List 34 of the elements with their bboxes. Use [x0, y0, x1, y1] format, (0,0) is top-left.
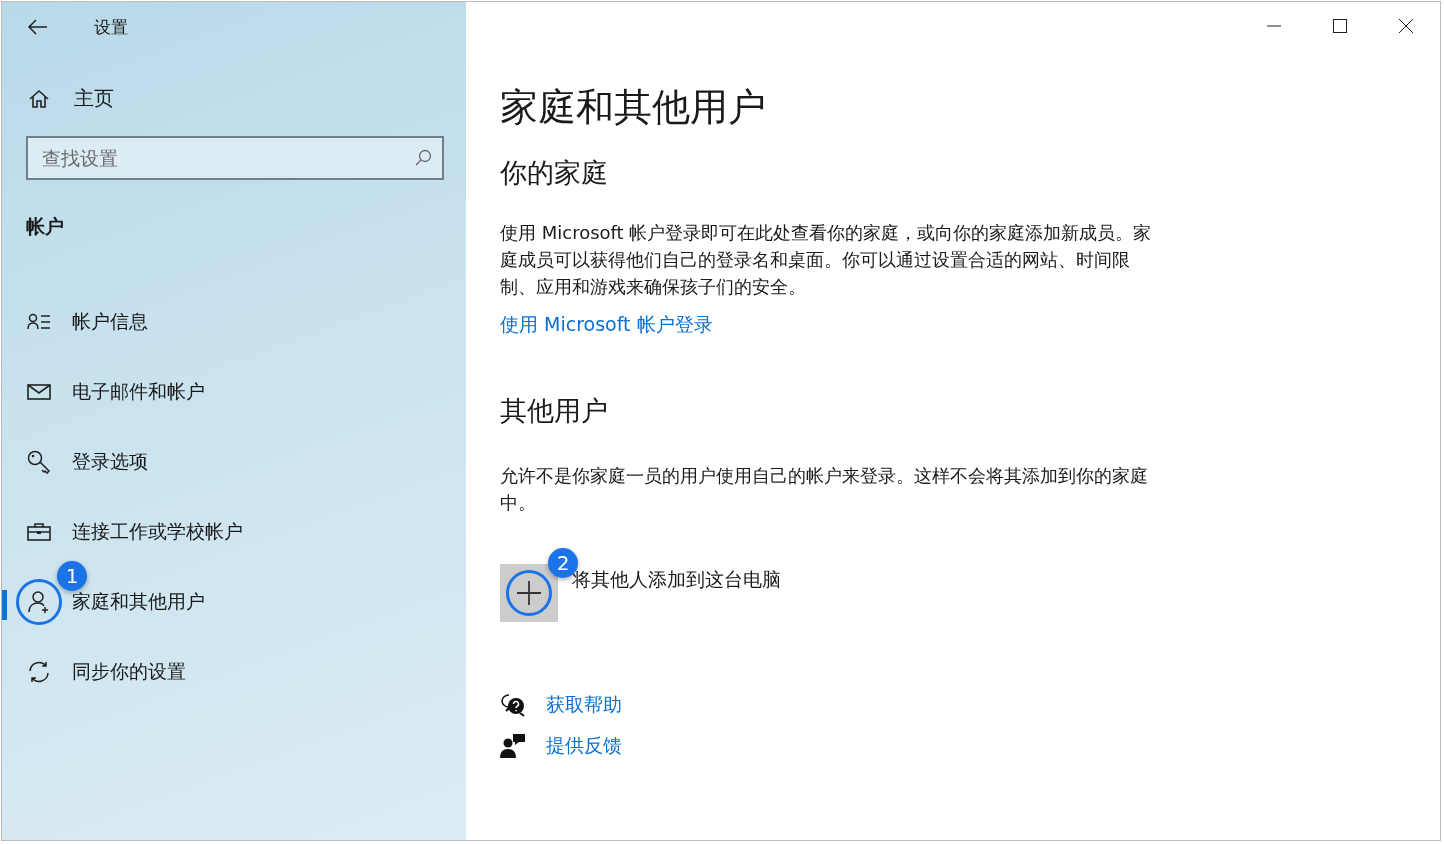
mail-icon — [27, 383, 51, 401]
sync-icon — [27, 660, 51, 684]
section-heading: 其他用户 — [500, 394, 608, 428]
search-field[interactable]: 查找设置 — [26, 136, 444, 180]
home-nav-item[interactable]: 主页 — [28, 85, 114, 112]
close-icon[interactable] — [1398, 18, 1414, 34]
nav-item[interactable]: 帐户信息 — [2, 287, 466, 357]
sign-in-link[interactable]: 使用 Microsoft 帐户登录 — [500, 312, 713, 338]
nav-item[interactable]: 电子邮件和帐户 — [2, 357, 466, 427]
help-link[interactable]: 获取帮助 — [546, 692, 622, 718]
plus-icon — [515, 579, 543, 607]
highlight-ring — [16, 579, 62, 625]
feedback-person-icon — [500, 733, 526, 759]
person-add-icon — [27, 590, 51, 614]
add-button[interactable] — [500, 564, 558, 622]
section-heading: 帐户 — [26, 214, 64, 239]
section-heading: 你的家庭 — [500, 156, 608, 190]
briefcase-icon — [27, 522, 51, 542]
description-text: 使用 Microsoft 帐户登录即可在此处查看你的家庭，或向你的家庭添加新成员。家庭成员可以获得他们自己的登录名和桌面。你可以通过设置合适的网站、时间限制、应用和游戏来确保孩子们的安全。 — [500, 221, 1153, 299]
page-title: 家庭和其他用户 — [500, 84, 766, 131]
back-arrow-icon[interactable] — [28, 19, 48, 35]
home-icon — [28, 87, 50, 110]
nav-item[interactable]: 登录选项 — [2, 427, 466, 497]
nav-item[interactable]: 同步你的设置 — [2, 637, 466, 707]
maximize-icon[interactable] — [1332, 18, 1348, 34]
step-badge: 1 — [57, 561, 87, 591]
highlight-ring — [506, 570, 552, 616]
window-title: 设置 — [94, 15, 128, 39]
description-text: 允许不是你家庭一员的用户使用自己的帐户来登录。这样不会将其添加到你的家庭中。 — [500, 464, 1149, 515]
key-icon — [27, 450, 51, 474]
search-icon — [414, 149, 432, 167]
help-chat-icon — [500, 693, 526, 717]
person-list-icon — [27, 313, 51, 331]
help-link[interactable]: 提供反馈 — [546, 733, 622, 759]
